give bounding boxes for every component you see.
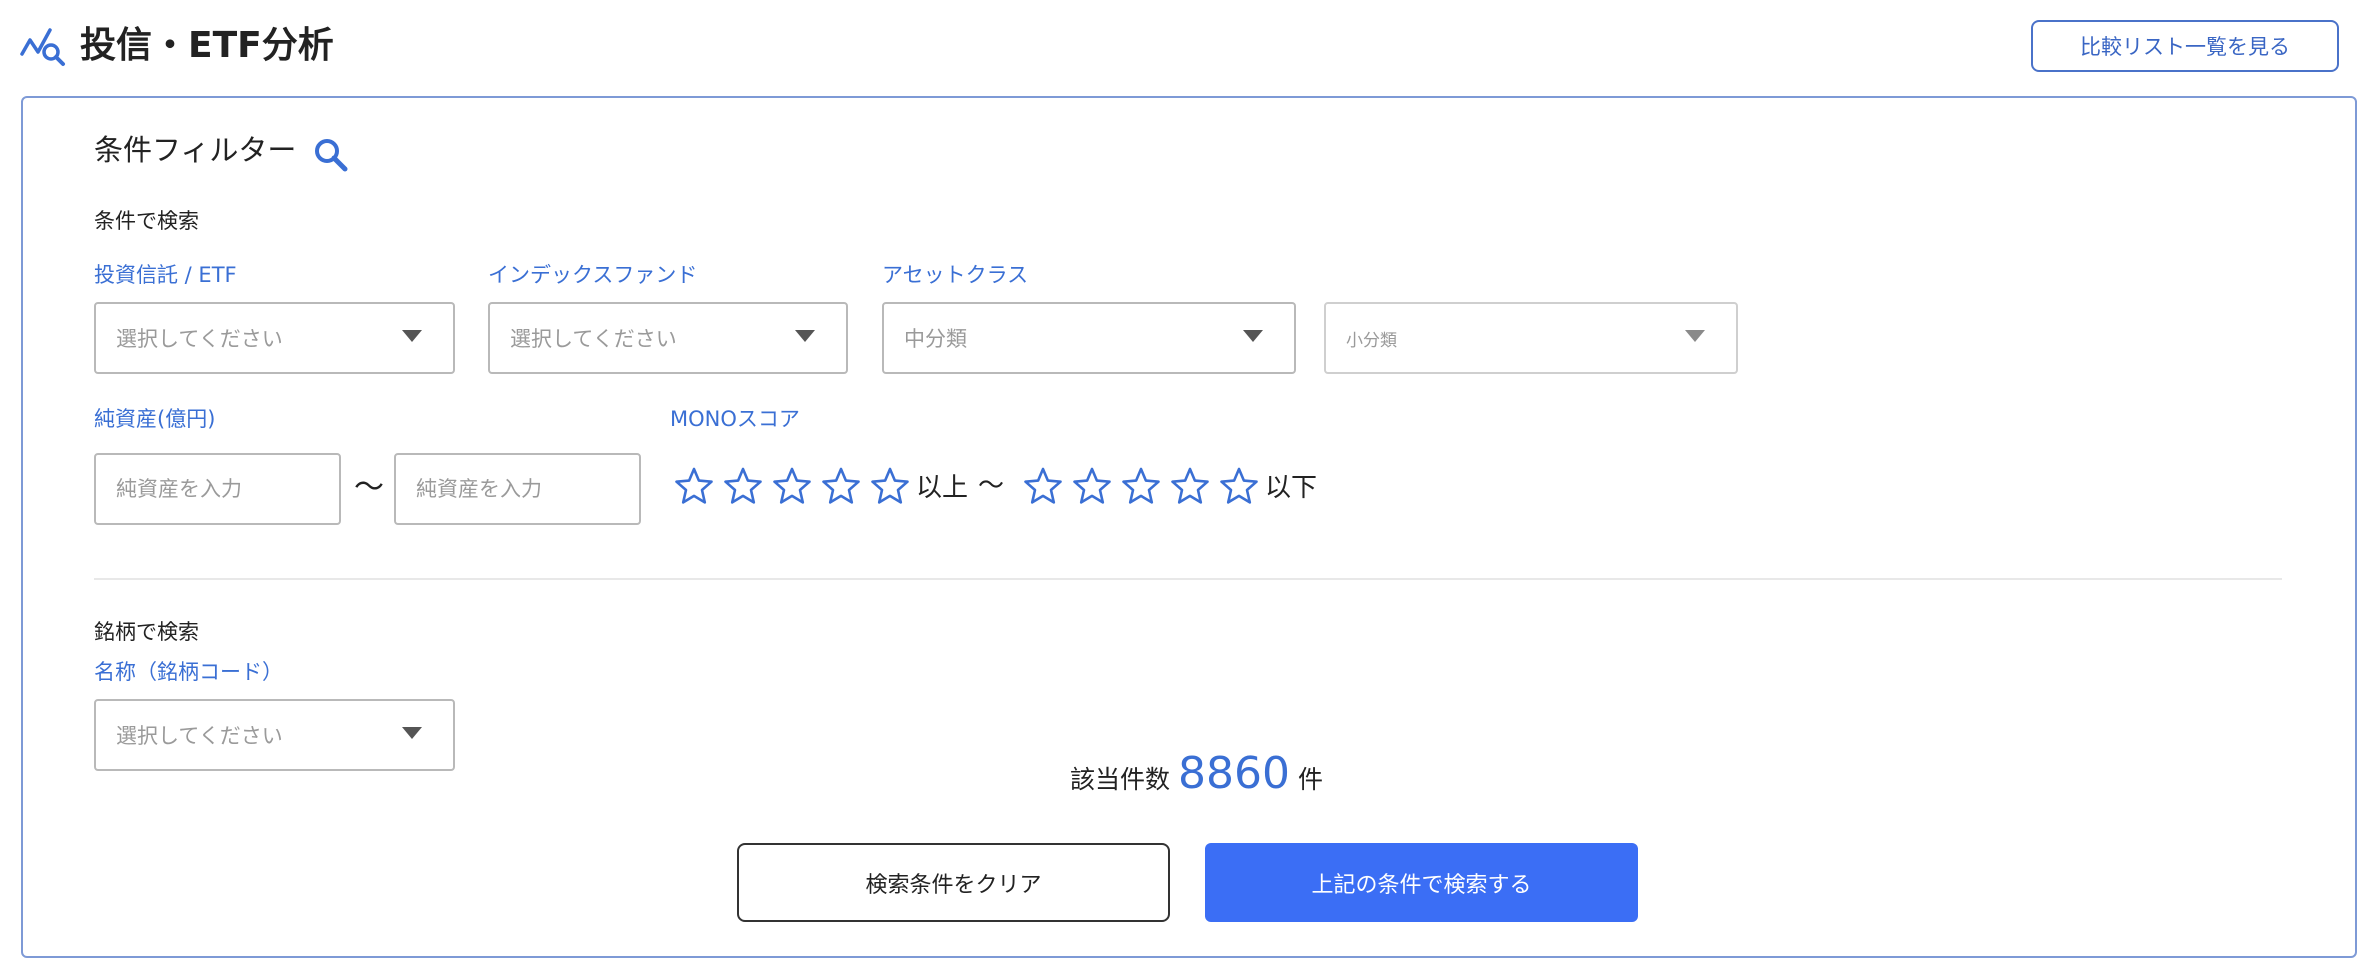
result-count-value: 8860 bbox=[1178, 748, 1290, 799]
condition-search-heading: 条件で検索 bbox=[94, 209, 199, 233]
compare-list-button[interactable]: 比較リスト一覧を見る bbox=[2031, 20, 2339, 72]
chevron-down-icon bbox=[795, 330, 815, 342]
filter-title: 条件フィルター bbox=[94, 133, 297, 167]
asset-class-middle-value: 中分類 bbox=[904, 327, 967, 351]
name-label: 名称（銘柄コード） bbox=[94, 660, 283, 684]
section-divider bbox=[94, 578, 2282, 580]
index-fund-placeholder: 選択してください bbox=[510, 327, 677, 351]
mono-score-min-suffix: 以上 bbox=[916, 473, 969, 503]
mono-score-max-star-icon[interactable] bbox=[1023, 466, 1063, 506]
net-assets-max-input[interactable] bbox=[394, 453, 641, 525]
page-title: 投信・ETF分析 bbox=[80, 25, 334, 66]
mono-score-range-separator: 〜 bbox=[978, 471, 1005, 501]
mono-score-max-star-icon[interactable] bbox=[1219, 466, 1259, 506]
asset-class-middle-select[interactable]: 中分類 bbox=[882, 302, 1296, 374]
mono-score-min-star-icon[interactable] bbox=[723, 466, 763, 506]
search-button[interactable]: 上記の条件で検索する bbox=[1205, 843, 1638, 922]
chevron-down-icon bbox=[1685, 330, 1705, 342]
mono-score-max-star-icon[interactable] bbox=[1121, 466, 1161, 506]
net-assets-min-input[interactable] bbox=[94, 453, 341, 525]
chevron-down-icon bbox=[402, 727, 422, 739]
name-search-heading: 銘柄で検索 bbox=[94, 620, 199, 644]
asset-class-small-select[interactable]: 小分類 bbox=[1324, 302, 1738, 374]
fund-type-select[interactable]: 選択してください bbox=[94, 302, 455, 374]
search-icon[interactable] bbox=[312, 136, 350, 174]
result-count-unit: 件 bbox=[1298, 765, 1324, 794]
mono-score-label: MONOスコア bbox=[670, 407, 800, 431]
result-count-label: 該当件数 bbox=[1070, 765, 1171, 794]
name-placeholder: 選択してください bbox=[116, 724, 283, 748]
mono-score-min-stars bbox=[674, 466, 910, 506]
result-count: 該当件数 8860 件 bbox=[1070, 748, 1323, 799]
chevron-down-icon bbox=[402, 330, 422, 342]
index-fund-label: インデックスファンド bbox=[488, 263, 698, 287]
mono-score-min-star-icon[interactable] bbox=[674, 466, 714, 506]
net-assets-range-separator: 〜 bbox=[354, 470, 384, 505]
name-select[interactable]: 選択してください bbox=[94, 699, 455, 771]
chevron-down-icon bbox=[1243, 330, 1263, 342]
mono-score-min-star-icon[interactable] bbox=[772, 466, 812, 506]
fund-type-placeholder: 選択してください bbox=[116, 327, 283, 351]
mono-score-min-star-icon[interactable] bbox=[870, 466, 910, 506]
mono-score-max-suffix: 以下 bbox=[1265, 473, 1318, 503]
clear-conditions-button[interactable]: 検索条件をクリア bbox=[737, 843, 1170, 922]
mono-score-max-star-icon[interactable] bbox=[1170, 466, 1210, 506]
chart-search-icon bbox=[20, 24, 66, 68]
mono-score-min-star-icon[interactable] bbox=[821, 466, 861, 506]
net-assets-label: 純資産(億円) bbox=[94, 407, 216, 431]
index-fund-select[interactable]: 選択してください bbox=[488, 302, 848, 374]
mono-score-max-stars bbox=[1023, 466, 1259, 506]
fund-type-label: 投資信託 / ETF bbox=[94, 263, 237, 287]
asset-class-small-value: 小分類 bbox=[1346, 330, 1397, 351]
filter-panel bbox=[21, 96, 2357, 958]
asset-class-label: アセットクラス bbox=[882, 263, 1029, 287]
mono-score-max-star-icon[interactable] bbox=[1072, 466, 1112, 506]
